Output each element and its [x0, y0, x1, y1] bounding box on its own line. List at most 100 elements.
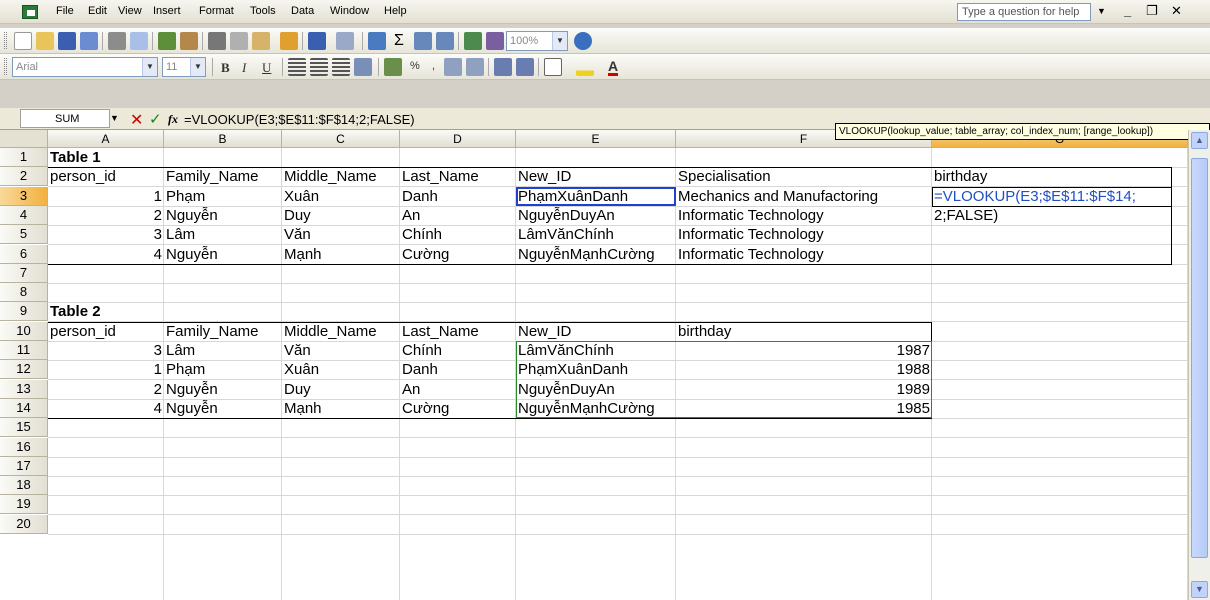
table1-cell[interactable]: Lâm: [164, 225, 282, 244]
table1-cell[interactable]: Mạnh: [282, 245, 400, 264]
print-preview-icon[interactable]: [130, 32, 148, 50]
autosum-icon[interactable]: Σ: [390, 32, 408, 50]
copy-icon[interactable]: [230, 32, 248, 50]
row-header-4[interactable]: 4: [0, 205, 48, 225]
row-header-5[interactable]: 5: [0, 225, 48, 245]
row-header-1[interactable]: 1: [0, 148, 48, 167]
row-header-13[interactable]: 13: [0, 379, 48, 399]
row-header-3[interactable]: 3: [0, 186, 48, 206]
underline-icon[interactable]: U: [262, 60, 271, 76]
cancel-icon[interactable]: ✕: [130, 110, 143, 130]
decrease-indent-icon[interactable]: [494, 58, 512, 76]
column-header-d[interactable]: D: [400, 130, 516, 148]
italic-icon[interactable]: I: [242, 60, 246, 76]
table1-cell[interactable]: 4: [48, 245, 164, 264]
table1-cell[interactable]: Informatic Technology: [676, 225, 928, 244]
borders-icon[interactable]: [544, 58, 562, 76]
vertical-scrollbar[interactable]: ▲ ▼: [1188, 130, 1210, 600]
table2-header-cell[interactable]: New_ID: [516, 322, 676, 341]
row-header-11[interactable]: 11: [0, 341, 48, 360]
table2-header-cell[interactable]: Family_Name: [164, 322, 282, 341]
menu-format[interactable]: Format: [199, 5, 234, 17]
table2-cell[interactable]: 2: [48, 380, 164, 399]
table2-cell[interactable]: Cường: [400, 399, 516, 418]
table1-cell[interactable]: Danh: [400, 187, 516, 206]
chevron-down-icon[interactable]: ▼: [142, 58, 157, 76]
scroll-down-icon[interactable]: ▼: [1191, 581, 1208, 598]
name-box[interactable]: SUM: [20, 109, 110, 128]
currency-icon[interactable]: [384, 58, 402, 76]
insert-function-icon[interactable]: fx: [168, 112, 178, 127]
row-header-2[interactable]: 2: [0, 167, 48, 187]
font-color-icon[interactable]: A: [608, 59, 619, 76]
table2-cell[interactable]: 3: [48, 341, 164, 360]
table1-header-cell[interactable]: birthday: [932, 167, 1188, 186]
row-header-19[interactable]: 19: [0, 495, 48, 515]
select-all-corner[interactable]: [0, 130, 48, 148]
row-header-7[interactable]: 7: [0, 263, 48, 283]
excel-icon[interactable]: [22, 5, 38, 19]
scroll-thumb[interactable]: [1191, 158, 1208, 558]
table2-header-cell[interactable]: Last_Name: [400, 322, 516, 341]
comma-style-icon[interactable]: ,: [432, 60, 435, 72]
help-search-input[interactable]: Type a question for help: [957, 3, 1091, 21]
table2-cell[interactable]: Mạnh: [282, 399, 400, 418]
table1-cell[interactable]: Nguyễn: [164, 245, 282, 264]
table1-cell[interactable]: NguyễnMạnhCường: [516, 245, 678, 264]
row-header-14[interactable]: 14: [0, 398, 48, 418]
menu-edit[interactable]: Edit: [88, 5, 107, 17]
table2-header-cell[interactable]: Middle_Name: [282, 322, 400, 341]
format-painter-icon[interactable]: [280, 32, 298, 50]
table1-cell[interactable]: An: [400, 206, 516, 225]
row-header-9[interactable]: 9: [0, 302, 48, 322]
toolbar-grip[interactable]: [4, 58, 7, 75]
menu-file[interactable]: File: [56, 5, 74, 17]
table1-header-cell[interactable]: Middle_Name: [282, 167, 400, 186]
drawing-icon[interactable]: [486, 32, 504, 50]
spreadsheet-grid[interactable]: ABCDEFG1234567891011121314151617181920Ta…: [0, 130, 1188, 600]
save-icon[interactable]: [58, 32, 76, 50]
font-name-select[interactable]: Arial ▼: [12, 57, 158, 77]
increase-indent-icon[interactable]: [516, 58, 534, 76]
table2-cell[interactable]: Văn: [282, 341, 400, 360]
table2-cell[interactable]: Danh: [400, 360, 516, 379]
undo-icon[interactable]: [308, 32, 326, 50]
table1-cell[interactable]: Cường: [400, 245, 516, 264]
table1-cell[interactable]: 3: [48, 225, 164, 244]
chart-wizard-icon[interactable]: [464, 32, 482, 50]
table1-cell[interactable]: Phạm: [164, 187, 282, 206]
menu-tools[interactable]: Tools: [250, 5, 276, 17]
menu-help[interactable]: Help: [384, 5, 407, 17]
close-icon[interactable]: ✕: [1171, 3, 1182, 19]
align-left-icon[interactable]: [288, 58, 306, 76]
open-icon[interactable]: [36, 32, 54, 50]
table2-cell[interactable]: Nguyễn: [164, 380, 282, 399]
table2-cell[interactable]: Xuân: [282, 360, 400, 379]
table1-cell[interactable]: LâmVănChính: [516, 225, 678, 244]
row-header-15[interactable]: 15: [0, 418, 48, 438]
table1-cell[interactable]: Informatic Technology: [676, 245, 928, 264]
zoom-select[interactable]: 100% ▼: [506, 31, 568, 51]
table1-cell[interactable]: 1: [48, 187, 164, 206]
redo-icon[interactable]: [336, 32, 354, 50]
menu-data[interactable]: Data: [291, 5, 314, 17]
row-header-6[interactable]: 6: [0, 244, 48, 264]
align-center-icon[interactable]: [310, 58, 328, 76]
table1-header-cell[interactable]: Family_Name: [164, 167, 282, 186]
name-box-dropdown-icon[interactable]: ▼: [110, 113, 119, 123]
cut-icon[interactable]: [208, 32, 226, 50]
sort-ascending-icon[interactable]: [414, 32, 432, 50]
table1-header-cell[interactable]: New_ID: [516, 167, 676, 186]
table1-cell[interactable]: Chính: [400, 225, 516, 244]
minimize-icon[interactable]: _: [1124, 3, 1131, 18]
font-size-select[interactable]: 11 ▼: [162, 57, 206, 77]
table2-cell[interactable]: Nguyễn: [164, 399, 282, 418]
sort-descending-icon[interactable]: [436, 32, 454, 50]
column-header-b[interactable]: B: [164, 130, 282, 148]
align-right-icon[interactable]: [332, 58, 350, 76]
column-header-a[interactable]: A: [48, 130, 164, 148]
table2-cell[interactable]: 1: [48, 360, 164, 379]
table1-cell[interactable]: 2: [48, 206, 164, 225]
table1-cell[interactable]: Informatic Technology: [676, 206, 928, 225]
row-header-8[interactable]: 8: [0, 283, 48, 303]
